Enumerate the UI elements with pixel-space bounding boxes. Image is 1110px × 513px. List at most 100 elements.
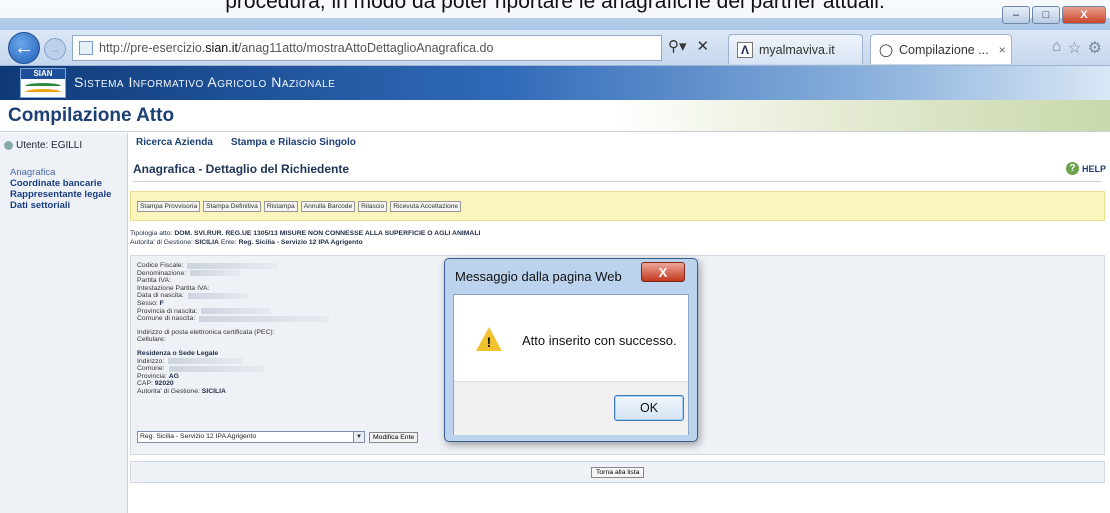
top-menu: Ricerca Azienda Stampa e Rilascio Singol… (136, 137, 356, 148)
tipologia-value: DOM. SVI.RUR. REG.UE 1305/13 MISURE NON … (174, 230, 481, 237)
autorita-label: Autorita' di Gestione: (130, 239, 193, 246)
overlay-caption: procedura, in modo da poter riportare le… (0, 0, 1110, 18)
redacted-value (201, 308, 272, 315)
chevron-down-icon[interactable]: ▼ (353, 432, 364, 442)
help-link[interactable]: ? HELP (1066, 162, 1106, 175)
browser-navbar: ← → http://pre-esercizio.sian.it/anag11a… (0, 30, 1110, 66)
user-label: Utente: EGILLI (16, 140, 83, 151)
rilascio-button[interactable]: Rilascio (358, 201, 388, 212)
menu-ricerca-azienda[interactable]: Ricerca Azienda (136, 137, 213, 148)
user-info: Utente: EGILLI (4, 140, 82, 151)
ok-button[interactable]: OK (614, 395, 684, 421)
dialog-footer: OK (454, 381, 688, 435)
screen: procedura, in modo da poter riportare le… (0, 0, 1110, 513)
help-icon: ? (1066, 162, 1079, 175)
dialog-close-button[interactable]: X (641, 262, 685, 282)
sian-header: SIAN Sistema Informativo Agricolo Nazion… (0, 66, 1110, 100)
field-sesso: Sesso: F (137, 299, 164, 307)
ente-label: Ente: (220, 239, 237, 246)
stop-icon[interactable]: ✕ (697, 37, 710, 55)
residenza-title: Residenza o Sede Legale (137, 349, 219, 357)
url-path: /anag11atto/mostraAttoDettaglioAnagrafic… (237, 41, 494, 55)
dialog-message: Atto inserito con successo. (522, 333, 677, 348)
forward-arrow-icon[interactable]: → (44, 38, 66, 60)
tipologia-label: Tipologia atto: (130, 230, 173, 237)
star-icon[interactable]: ☆ (1067, 38, 1081, 58)
annulla-barcode-button[interactable]: Annulla Barcode (300, 201, 356, 212)
richiedente-fields: Codice Fiscale: Denominazione: Partita I… (137, 262, 330, 396)
page-title-bar: Compilazione Atto (0, 100, 1110, 132)
search-icon[interactable]: ⚲▾ (668, 37, 687, 55)
back-arrow-icon[interactable]: ← (8, 32, 40, 64)
field-cap: CAP: 92020 (137, 380, 174, 388)
warning-mark: ! (486, 334, 492, 350)
home-icon[interactable]: ⌂ (1052, 38, 1062, 58)
field-intestazione-partita-iva: Intestazione Partita IVA: (137, 284, 210, 292)
sidebar: Utente: EGILLI Anagrafica Coordinate ban… (0, 133, 128, 513)
ente-select[interactable]: Reg. Sicilia - Servizio 12 IPA Agrigento… (137, 431, 365, 443)
field-indirizzo: Indirizzo: (137, 358, 329, 366)
action-buttons: Stampa Provvisoria Stampa Definitiva Ris… (137, 201, 462, 212)
sidebar-item-rappresentante-legale[interactable]: Rappresentante legale (10, 189, 111, 200)
tab-myalmaviva[interactable]: Λ myalmaviva.it (728, 34, 863, 64)
action-bar: Stampa Provvisoria Stampa Definitiva Ris… (130, 191, 1105, 221)
redacted-value (190, 270, 241, 277)
autorita-row: Autorita' di Gestione: SICILIA Ente: Reg… (130, 238, 480, 247)
tipologia-row: Tipologia atto: DOM. SVI.RUR. REG.UE 130… (130, 229, 480, 238)
atto-info: Tipologia atto: DOM. SVI.RUR. REG.UE 130… (130, 229, 480, 247)
field-data-nascita: Data di nascita: (137, 292, 329, 300)
sian-title: Sistema Informativo Agricolo Nazionale (74, 74, 336, 90)
page-title: Compilazione Atto (8, 105, 175, 126)
side-menu: Anagrafica Coordinate bancarie Rappresen… (10, 167, 111, 211)
ente-select-row: Reg. Sicilia - Servizio 12 IPA Agrigento… (137, 431, 419, 443)
redacted-value (168, 365, 264, 372)
sidebar-item-anagrafica[interactable]: Anagrafica (10, 167, 111, 178)
message-dialog: Messaggio dalla pagina Web X ! Atto inse… (444, 258, 698, 442)
dialog-body: ! Atto inserito con successo. OK (453, 294, 689, 435)
sian-logo[interactable]: SIAN (20, 68, 66, 98)
field-autorita: Autorita' di Gestione: SICILIA (137, 387, 226, 395)
window-close-button[interactable]: X (1062, 6, 1106, 24)
tab-favicon-icon: Λ (737, 41, 753, 58)
field-provincia: Provincia: AG (137, 372, 179, 380)
field-codice-fiscale: Codice Fiscale: (137, 262, 329, 270)
url-prefix: http://pre-esercizio. (99, 41, 206, 55)
torna-alla-lista-button[interactable]: Torna alla lista (591, 467, 645, 478)
gear-icon[interactable]: ⚙ (1088, 38, 1102, 58)
ente-value: Reg. Sicilia - Servizio 12 IPA Agrigento (238, 239, 363, 246)
sidebar-item-coordinate-bancarie[interactable]: Coordinate bancarie (10, 178, 111, 189)
field-pec: Indirizzo di posta elettronica certifica… (137, 328, 275, 336)
section-heading: Anagrafica - Dettaglio del Richiedente (133, 162, 350, 176)
maximize-button[interactable]: □ (1032, 6, 1060, 24)
tab-compilazione[interactable]: ◯ Compilazione ... × (870, 34, 1012, 64)
browser-toolbar-icons: ⌂ ☆ ⚙ (1052, 38, 1102, 58)
field-cellulare: Cellulare: (137, 336, 166, 344)
autorita-value: SICILIA (194, 239, 219, 246)
dialog-title: Messaggio dalla pagina Web (455, 269, 622, 284)
divider (133, 181, 1101, 182)
modifica-ente-button[interactable]: Modifica Ente (369, 431, 419, 443)
field-denominazione: Denominazione: (137, 270, 329, 278)
ristampa-button[interactable]: Ristampa (263, 201, 298, 212)
field-comune-nascita: Comune di nascita: (137, 315, 330, 323)
redacted-value (187, 293, 248, 300)
user-icon (4, 141, 13, 150)
field-partita-iva: Partita IVA: (137, 277, 171, 285)
stampa-definitiva-button[interactable]: Stampa Definitiva (203, 201, 261, 212)
minimize-button[interactable]: – (1002, 6, 1030, 24)
ente-select-value: Reg. Sicilia - Servizio 12 IPA Agrigento (140, 433, 257, 440)
address-bar[interactable]: http://pre-esercizio.sian.it/anag11atto/… (72, 35, 662, 61)
sidebar-item-dati-settoriali[interactable]: Dati settoriali (10, 200, 111, 211)
stampa-provvisoria-button[interactable]: Stampa Provvisoria (137, 201, 201, 212)
tab-title: Compilazione ... (899, 42, 989, 57)
page-icon (79, 41, 93, 55)
menu-stampa-rilascio[interactable]: Stampa e Rilascio Singolo (231, 137, 356, 148)
field-comune: Comune: (137, 365, 329, 373)
help-label: HELP (1082, 163, 1107, 174)
ricevuta-accettazione-button[interactable]: Ricevuta Accettazione (390, 201, 462, 212)
field-provincia-nascita: Provincia di nascita: (137, 308, 329, 316)
redacted-value (168, 358, 244, 365)
window-controls: – □ X (1002, 6, 1106, 24)
sian-logo-text: SIAN (21, 69, 65, 79)
tab-close-icon[interactable]: × (999, 43, 1006, 57)
